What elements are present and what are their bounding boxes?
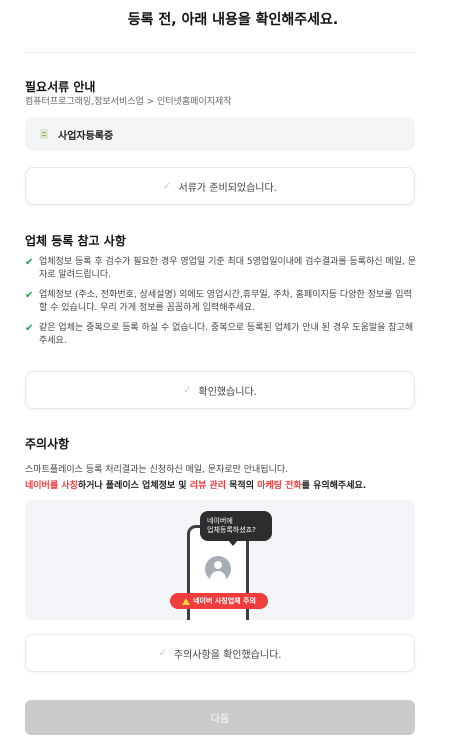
- caution-confirm-button[interactable]: ✓ 주의사항을 확인했습니다.: [25, 634, 415, 672]
- document-name: 사업자등록증: [58, 130, 114, 142]
- check-icon: ✔: [25, 257, 34, 268]
- next-button-label: 다음: [210, 714, 230, 725]
- speech-bubble: 네이버에 업체등록하셨죠?: [200, 511, 272, 541]
- caution-illustration: 네이버에 업체등록하셨죠? 네이버 사칭업체 주의: [25, 500, 415, 620]
- page-header: 등록 전, 아래 내용을 확인해주세요.: [0, 0, 466, 38]
- check-icon: ✓: [183, 384, 192, 396]
- reference-notes: ✔ 업체정보 등록 후 검수가 필요한 경우 영업일 기준 최대 5영업일이내에…: [25, 256, 420, 355]
- check-icon: ✔: [25, 290, 34, 301]
- check-icon: ✓: [158, 647, 167, 659]
- docs-ready-label: 서류가 준비되었습니다.: [178, 182, 277, 194]
- caution-confirm-label: 주의사항을 확인했습니다.: [173, 649, 282, 661]
- caution-title: 주의사항: [25, 437, 70, 451]
- reference-title: 업체 등록 참고 사항: [25, 234, 126, 248]
- user-avatar-icon: [205, 556, 231, 582]
- reference-confirm-label: 확인했습니다.: [198, 386, 257, 398]
- document-icon: [40, 129, 48, 139]
- list-item: ✔ 같은 업체는 중복으로 등록 하실 수 없습니다. 중복으로 등록된 업체가…: [25, 323, 414, 346]
- caution-text: 스마트플레이스 등록 처리결과는 신청하신 메일, 문자로만 안내됩니다.: [25, 465, 289, 475]
- page-title: 등록 전, 아래 내용을 확인해주세요.: [127, 12, 339, 28]
- header-divider: [25, 52, 416, 53]
- check-icon: ✔: [25, 323, 34, 334]
- phishing-warning-badge: 네이버 사칭업체 주의: [170, 593, 268, 609]
- required-document-item: 사업자등록증: [25, 117, 415, 151]
- list-item: ✔ 업체정보 등록 후 검수가 필요한 경우 영업일 기준 최대 5영업일이내에…: [25, 257, 416, 280]
- list-item: ✔ 업체정보 (주소, 전화번호, 상세설명) 외에도 영업시간,휴무일, 주차…: [25, 290, 412, 313]
- warning-icon: [182, 597, 191, 605]
- next-button[interactable]: 다음: [25, 700, 415, 735]
- reference-confirm-button[interactable]: ✓ 확인했습니다.: [25, 371, 415, 409]
- caution-warning-text: 네이버를 사칭하거나 플레이스 업체정보 및 리뷰 관리 목적의 마케팅 전화를…: [25, 481, 367, 491]
- docs-ready-button[interactable]: ✓ 서류가 준비되었습니다.: [25, 167, 415, 205]
- business-category: 컴퓨터프로그래밍,정보서비스업 > 인터넷홈페이지제작: [25, 97, 232, 107]
- check-icon: ✓: [163, 180, 172, 192]
- speech-bubble-tail: [228, 540, 238, 546]
- required-docs-title: 필요서류 안내: [25, 80, 96, 94]
